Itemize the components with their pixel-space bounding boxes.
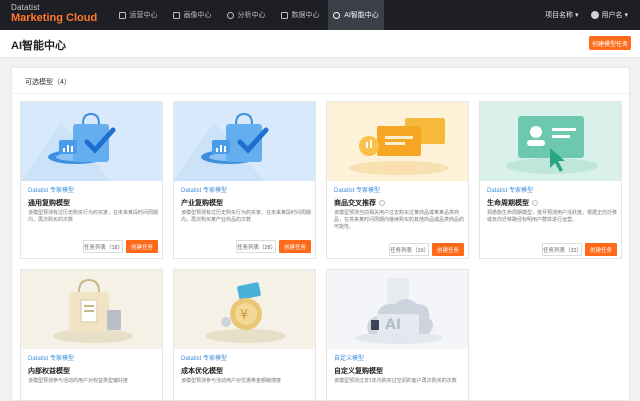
model-card[interactable]: ¥ Datatist 专家模型 成本优化模型 该模型预测参与活动用户对优惠券金额… [173,269,316,401]
model-category: Datatist 专家模型 [181,188,228,194]
ai-icon [333,11,341,19]
create-task-button[interactable]: 创建任务 [279,240,311,253]
chart-icon [226,11,234,19]
model-category: Datatist 专家模型 [334,188,381,194]
model-name: 商品交叉推荐 [334,198,385,208]
model-description: 该模型预测有过历史购买行为的买家，在未来某段时间周期内，再次购买的次数 [28,210,159,223]
nav-label: 运营中心 [129,12,158,19]
avatar [590,11,599,19]
model-card[interactable]: Datatist 专家模型 生命周期模型 洞悉衡生命周期模型，按月预测用户活跃度… [479,101,622,259]
main-nav: 运营中心 画像中心 分析中心 数据中心 AI智能中心 [112,0,386,30]
model-category: 自定义模型 [334,356,365,362]
nav-item-analysis[interactable]: 分析中心 [220,0,272,30]
create-task-button[interactable]: 创建任务 [585,243,617,256]
nav-item-ai[interactable]: AI智能中心 [328,0,384,30]
model-description: 该模型预测参与活动用户对优惠券金额敏感度 [181,378,282,384]
model-description: 该模型预测当前相关用户过去购买过某商品或某某品类商品，在将来某时间周期内继续购买… [334,210,465,230]
database-icon [280,11,288,19]
nav-item-data[interactable]: 数据中心 [274,0,326,30]
logo-text-top: Datatist [11,3,40,12]
models-panel: 可选模型（4） Datatist 专家模型 通用复购模型 该模型预测有过历史购买… [11,67,630,401]
nav-label: AI智能中心 [344,12,379,19]
model-card[interactable]: AI 自定义模型 自定义复购模型 该模型预测过去1年内购买过空调的客户再次购买的… [326,269,469,401]
nav-label: 分析中心 [237,12,266,19]
model-card[interactable]: Datatist 专家模型 内部权益模型 该模型预测参与活动的用户对权益类型偏好… [20,269,163,401]
model-card[interactable]: Datatist 专家模型 商品交叉推荐 该模型预测当前相关用户过去购买过某商品… [326,101,469,259]
model-name: 自定义复购模型 [334,368,383,375]
page-title: AI智能中心 [11,40,66,52]
logo[interactable]: Datatist Marketing Cloud [11,4,97,24]
task-list-button[interactable]: 任务列表（18） [83,240,123,253]
create-model-task-button[interactable]: 创建模型任务 [589,36,631,50]
model-name: 生命周期模型 [487,198,538,208]
task-list-button[interactable]: 任务列表（32） [542,243,582,256]
svg-text:AI: AI [385,317,401,333]
card-icon [172,11,180,19]
info-icon[interactable] [379,200,385,206]
model-category: Datatist 专家模型 [28,188,75,194]
user-menu[interactable]: 用户名 ▾ [590,10,628,20]
model-card[interactable]: Datatist 专家模型 产业复购模型 该模型预测有过历史购买行为的买家，在未… [173,101,316,259]
logo-text-bottom: Marketing Cloud [11,12,98,24]
coin-illustration: ¥ [174,270,315,349]
top-right-area: 项目名称 ▾ 用户名 ▾ [545,0,628,30]
profile-card-illustration [480,102,621,181]
nav-label: 画像中心 [183,12,212,19]
task-list-button[interactable]: 任务列表（28） [236,240,276,253]
model-name-text: 商品交叉推荐 [334,200,376,207]
nav-label: 数据中心 [291,12,320,19]
shopping-bag-illustration [174,102,315,181]
cards-illustration [327,102,468,181]
model-description: 该模型预测有过历史购买行为的买家，在未来某段时间周期内，再次购买某产业商品的次数 [181,210,312,223]
svg-text:¥: ¥ [240,308,248,323]
model-card[interactable]: Datatist 专家模型 通用复购模型 该模型预测有过历史购买行为的买家，在未… [20,101,163,259]
box-icon [118,11,126,19]
model-description: 该模型预测参与活动的用户对权益类型偏好度 [28,378,129,384]
info-icon[interactable] [532,200,538,206]
model-category: Datatist 专家模型 [181,356,228,362]
model-name: 内部权益模型 [28,368,70,375]
model-name: 通用复购模型 [28,200,70,207]
create-task-button[interactable]: 创建任务 [126,240,158,253]
nav-item-operations[interactable]: 运营中心 [112,0,164,30]
task-list-button[interactable]: 任务列表（10） [389,243,429,256]
shopping-bag-illustration [21,102,162,181]
model-category: Datatist 专家模型 [487,188,534,194]
ai-cloud-illustration: AI [327,270,468,349]
model-name-text: 生命周期模型 [487,200,529,207]
project-selector[interactable]: 项目名称 ▾ [545,10,578,20]
model-description: 该模型预测过去1年内购买过空调的客户再次购买的次数 [334,378,457,384]
user-name: 用户名 ▾ [601,12,628,19]
model-name: 产业复购模型 [181,200,223,207]
gift-bag-illustration [21,270,162,349]
panel-header: 可选模型（4） [25,79,71,86]
model-category: Datatist 专家模型 [28,356,75,362]
nav-item-profile[interactable]: 画像中心 [166,0,218,30]
top-navigation-bar: Datatist Marketing Cloud 运营中心 画像中心 分析中心 … [0,0,640,30]
divider [12,93,629,94]
create-task-button[interactable]: 创建任务 [432,243,464,256]
model-description: 洞悉衡生命周期模型，按月预测用户活跃度，根据正向迁移或负向迁移路径标明用户群体进… [487,210,618,223]
model-name: 成本优化模型 [181,368,223,375]
page-header: AI智能中心 创建模型任务 [0,30,640,58]
